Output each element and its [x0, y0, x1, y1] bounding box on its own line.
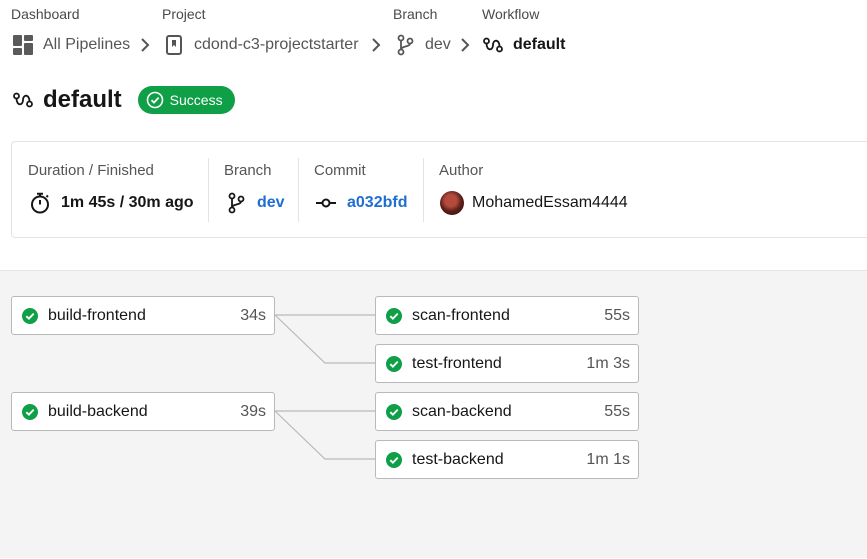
job-build-frontend[interactable]: build-frontend 34s: [11, 296, 275, 335]
workflow-icon: [12, 89, 34, 111]
check-circle-icon: [385, 403, 403, 421]
chevron-right-icon: [370, 36, 382, 54]
status-badge: Success: [137, 86, 235, 114]
job-name: test-backend: [412, 450, 504, 468]
commit-label: Commit: [314, 162, 366, 179]
author-name: MohamedEssam4444: [472, 194, 628, 211]
breadcrumb-branch[interactable]: dev: [394, 33, 451, 57]
job-duration: 1m 3s: [586, 354, 630, 372]
breadcrumb-project[interactable]: cdond-c3-projectstarter: [163, 33, 359, 57]
check-circle-icon: [385, 307, 403, 325]
job-duration: 39s: [240, 402, 266, 420]
job-scan-backend[interactable]: scan-backend 55s: [375, 392, 639, 431]
author-value[interactable]: MohamedEssam4444: [440, 191, 628, 215]
check-circle-icon: [21, 403, 39, 421]
dashboard-grid-icon: [12, 34, 34, 56]
breadcrumb-workflow-text: default: [513, 36, 566, 53]
job-name: build-frontend: [48, 306, 146, 324]
page-title: default: [43, 86, 122, 113]
author-label: Author: [439, 162, 484, 179]
chevron-right-icon: [139, 36, 151, 54]
branch-link[interactable]: dev: [225, 191, 285, 215]
job-duration: 34s: [240, 306, 266, 324]
job-test-frontend[interactable]: test-frontend 1m 3s: [375, 344, 639, 383]
check-circle-icon: [146, 91, 164, 109]
duration-label: Duration / Finished: [28, 162, 154, 179]
job-duration: 55s: [604, 306, 630, 324]
breadcrumb-dashboard-label: Dashboard: [11, 6, 80, 22]
job-name: build-backend: [48, 402, 148, 420]
branch-link-text: dev: [257, 194, 285, 211]
job-duration: 55s: [604, 402, 630, 420]
git-commit-icon: [315, 192, 337, 214]
avatar: [440, 191, 464, 215]
git-branch-icon: [394, 34, 416, 56]
workflow-graph: build-frontend 34s scan-frontend 55s tes…: [0, 270, 867, 558]
chevron-right-icon: [459, 36, 471, 54]
divider: [208, 158, 209, 222]
workflow-icon: [482, 34, 504, 56]
job-scan-frontend[interactable]: scan-frontend 55s: [375, 296, 639, 335]
job-name: scan-frontend: [412, 306, 510, 324]
stopwatch-icon: [29, 192, 51, 214]
status-badge-text: Success: [169, 92, 223, 108]
job-name: scan-backend: [412, 402, 512, 420]
branch-label: Branch: [224, 162, 272, 179]
breadcrumb-project-label: Project: [162, 6, 206, 22]
divider: [298, 158, 299, 222]
job-name: test-frontend: [412, 354, 502, 372]
breadcrumb-project-text: cdond-c3-projectstarter: [194, 36, 359, 53]
breadcrumb-branch-text: dev: [425, 36, 451, 53]
divider: [423, 158, 424, 222]
workflow-summary-panel: Duration / Finished 1m 45s / 30m ago Bra…: [11, 141, 867, 238]
check-circle-icon: [21, 307, 39, 325]
breadcrumb-workflow-label: Workflow: [482, 6, 540, 22]
git-branch-icon: [225, 192, 247, 214]
project-bookmark-icon: [163, 34, 185, 56]
duration-text: 1m 45s / 30m ago: [61, 194, 194, 211]
job-test-backend[interactable]: test-backend 1m 1s: [375, 440, 639, 479]
breadcrumb-branch-label: Branch: [393, 6, 438, 22]
commit-link[interactable]: a032bfd: [315, 191, 407, 215]
check-circle-icon: [385, 451, 403, 469]
breadcrumb: Dashboard Project Branch Workflow All Pi…: [0, 0, 867, 70]
breadcrumb-all-pipelines[interactable]: All Pipelines: [12, 33, 130, 57]
job-build-backend[interactable]: build-backend 39s: [11, 392, 275, 431]
workflow-header: default Success: [12, 84, 235, 116]
duration-value: 1m 45s / 30m ago: [29, 191, 194, 215]
commit-link-text: a032bfd: [347, 194, 408, 211]
job-duration: 1m 1s: [586, 450, 630, 468]
breadcrumb-workflow[interactable]: default: [482, 33, 565, 57]
breadcrumb-all-pipelines-text: All Pipelines: [43, 36, 131, 53]
check-circle-icon: [385, 355, 403, 373]
